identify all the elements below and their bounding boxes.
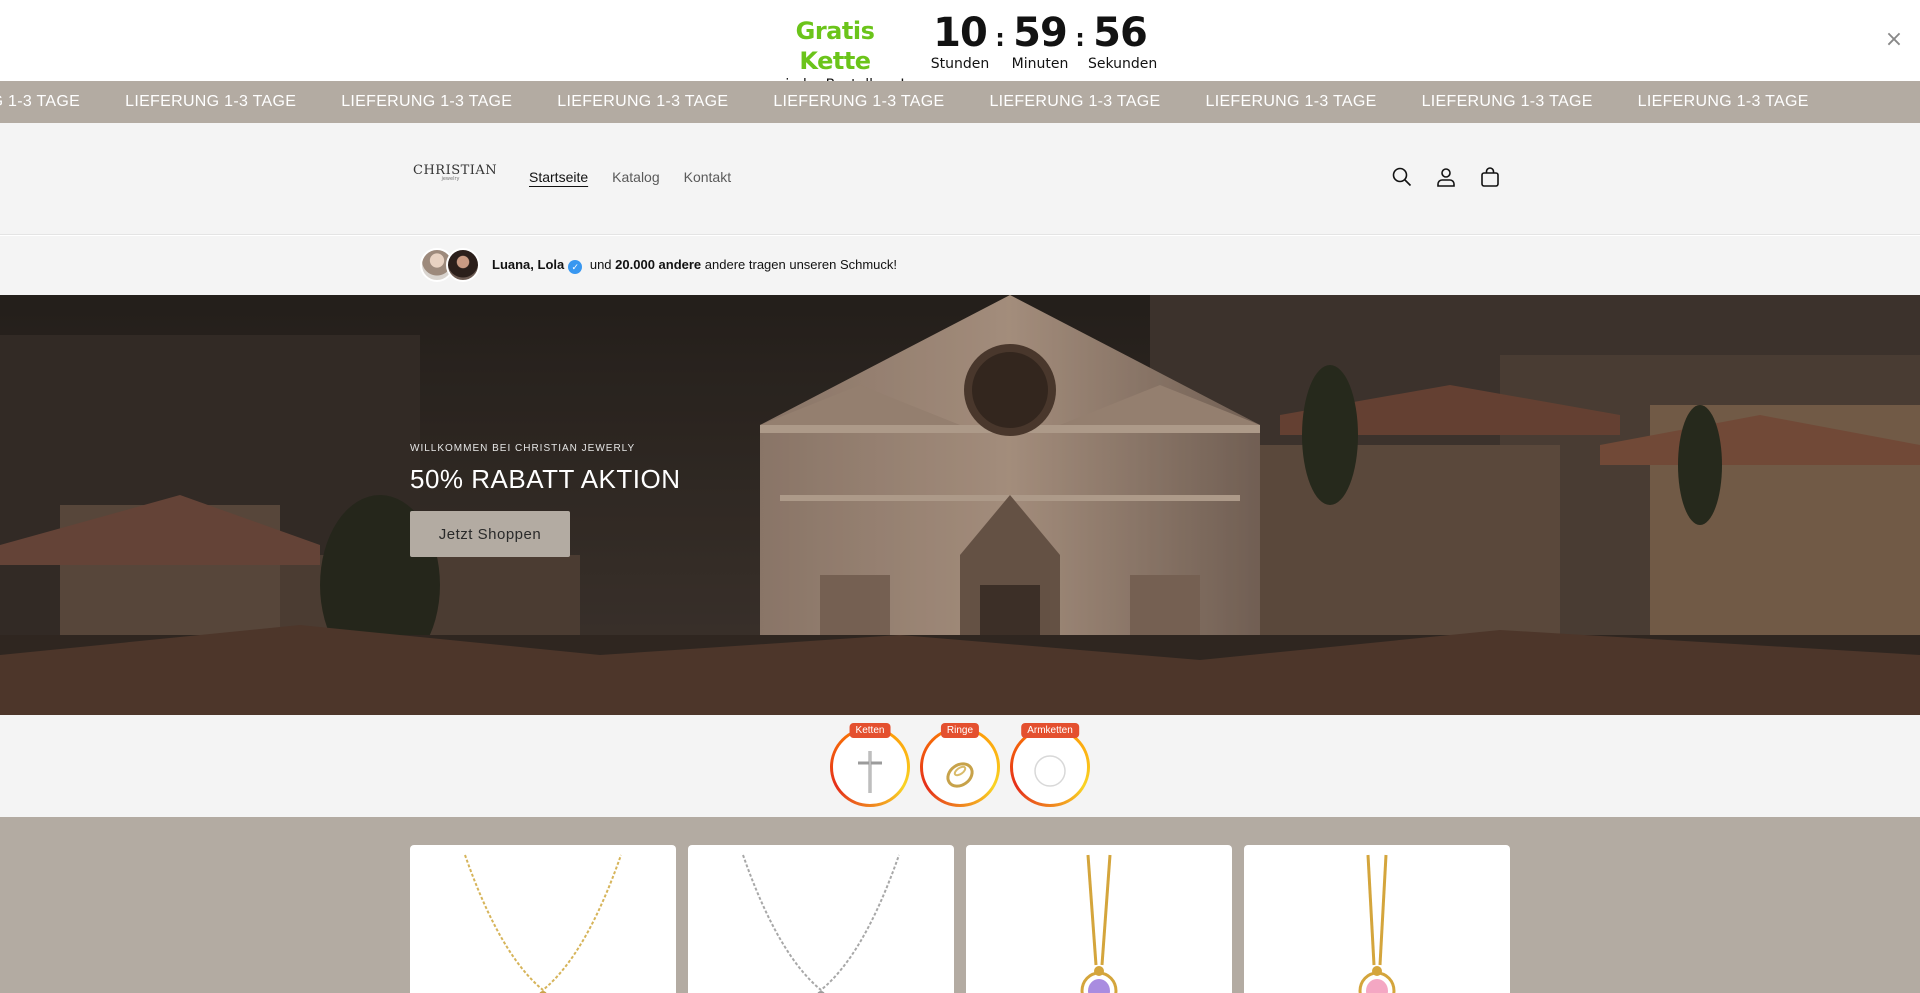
category-badge: Ketten xyxy=(849,723,891,738)
gold-necklace-image xyxy=(464,854,622,993)
customer-avatars xyxy=(420,248,482,284)
avatar xyxy=(446,248,480,282)
verified-icon: ✓ xyxy=(568,260,583,274)
pink-pendant-image xyxy=(1358,854,1396,993)
nav-katalog[interactable]: Katalog xyxy=(612,169,659,185)
product-section xyxy=(0,817,1920,993)
countdown-bar: Gratis Kette zu jeder Bestellung! 10 Stu… xyxy=(0,0,1920,93)
nav-startseite[interactable]: Startseite xyxy=(529,169,588,185)
hero-kicker: WILLKOMMEN BEI CHRISTIAN JEWERLY xyxy=(410,443,636,454)
category-row: Ketten Ringe Armketten xyxy=(830,723,1090,807)
product-card[interactable] xyxy=(410,845,676,993)
timer-separator: : xyxy=(1075,24,1085,52)
marquee-item: LIEFERUNG 1-3 TAGE xyxy=(1421,93,1593,110)
timer-hours: 10 Stunden xyxy=(928,10,992,72)
timer-seconds: 56 Sekunden xyxy=(1088,10,1158,72)
header-icons xyxy=(1390,165,1502,189)
hero-title: 50% RABATT AKTION xyxy=(410,464,681,494)
seconds-label: Sekunden xyxy=(1088,56,1158,72)
promo-title: Gratis Kette xyxy=(795,17,875,75)
product-grid xyxy=(410,845,1510,993)
timer-minutes: 59 Minuten xyxy=(1008,10,1072,72)
timer-separator: : xyxy=(995,24,1005,52)
marquee-item: LIEFERUNG 1-3 TAGE xyxy=(341,93,513,110)
marquee-track: RUNG 1-3 TAGE LIEFERUNG 1-3 TAGE LIEFERU… xyxy=(0,81,1854,123)
marquee-item: LIEFERUNG 1-3 TAGE xyxy=(125,93,297,110)
category-badge: Ringe xyxy=(940,723,980,738)
category-stories: Ketten Ringe Armketten xyxy=(0,715,1920,817)
product-card[interactable] xyxy=(966,845,1232,993)
social-tail: andere tragen unseren Schmuck! xyxy=(701,257,898,272)
marquee-item: LIEFERUNG 1-3 TAGE xyxy=(773,93,945,110)
product-card[interactable] xyxy=(1244,845,1510,993)
silver-necklace-image xyxy=(742,854,900,993)
marquee-item: LIEFERUNG 1-3 TAGE xyxy=(1205,93,1377,110)
hero-city-image xyxy=(0,295,1920,715)
hours-value: 10 xyxy=(933,10,988,56)
site-header: CHRISTIAN jewelry Startseite Katalog Kon… xyxy=(0,123,1920,235)
social-middle: und xyxy=(586,257,616,272)
close-icon[interactable]: × xyxy=(1882,28,1906,52)
marquee-item: RUNG 1-3 TAGE xyxy=(0,93,81,110)
search-icon[interactable] xyxy=(1390,165,1414,189)
hero-content: WILLKOMMEN BEI CHRISTIAN JEWERLY 50% RAB… xyxy=(410,443,681,557)
customer-names: Luana, Lola xyxy=(492,257,565,272)
marquee-item: LIEFERUNG 1-3 TAGE xyxy=(1637,93,1809,110)
countdown-timer: 10 Stunden : 59 Minuten : 56 Sekunden xyxy=(928,10,1158,72)
shipping-marquee: RUNG 1-3 TAGE LIEFERUNG 1-3 TAGE LIEFERU… xyxy=(0,81,1920,123)
cart-icon[interactable] xyxy=(1478,165,1502,189)
ring-icon xyxy=(946,762,974,788)
category-badge: Armketten xyxy=(1021,723,1079,738)
category-ringe[interactable]: Ringe xyxy=(920,723,1000,807)
hours-label: Stunden xyxy=(930,56,990,72)
minutes-value: 59 xyxy=(1013,10,1068,56)
bracelet-icon xyxy=(1034,755,1066,787)
minutes-label: Minuten xyxy=(1011,56,1069,72)
cross-necklace-icon xyxy=(858,751,882,793)
customer-count: 20.000 andere xyxy=(615,257,702,272)
nav-kontakt[interactable]: Kontakt xyxy=(684,169,731,185)
main-nav: Startseite Katalog Kontakt xyxy=(529,169,731,185)
store-logo[interactable]: CHRISTIAN jewelry xyxy=(413,163,497,191)
hero-banner: WILLKOMMEN BEI CHRISTIAN JEWERLY 50% RAB… xyxy=(0,295,1920,715)
marquee-item: LIEFERUNG 1-3 TAGE xyxy=(557,93,729,110)
category-armketten[interactable]: Armketten xyxy=(1010,723,1090,807)
category-ketten[interactable]: Ketten xyxy=(830,723,910,807)
seconds-value: 56 xyxy=(1093,10,1148,56)
account-icon[interactable] xyxy=(1434,165,1458,189)
social-proof-bar: Luana, Lola ✓ und 20.000 andere andere tr… xyxy=(0,236,1920,295)
amethyst-pendant-image xyxy=(1080,854,1118,993)
social-proof-text: Luana, Lola ✓ und 20.000 andere andere tr… xyxy=(492,257,897,274)
shop-now-button[interactable]: Jetzt Shoppen xyxy=(410,511,570,557)
product-card[interactable] xyxy=(688,845,954,993)
marquee-item: LIEFERUNG 1-3 TAGE xyxy=(989,93,1161,110)
